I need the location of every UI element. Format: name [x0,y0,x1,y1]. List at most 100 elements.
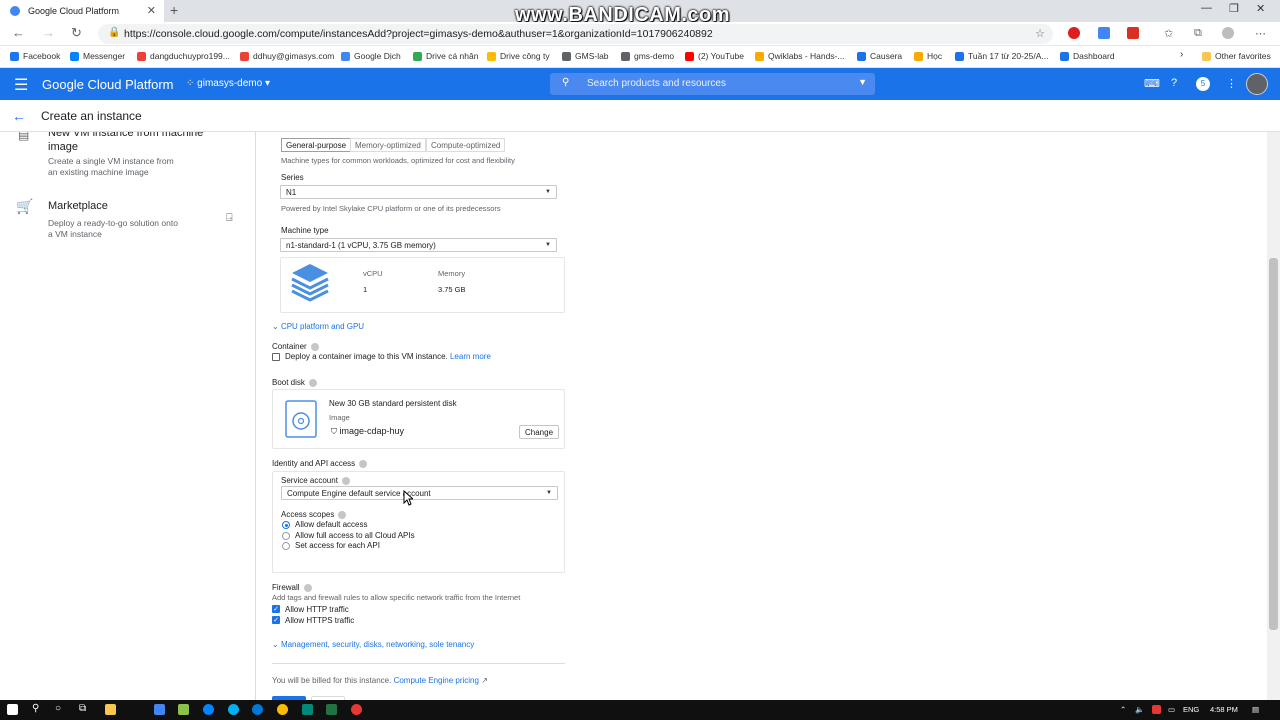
allow-http-checkbox[interactable]: ✓ [272,605,280,613]
bookmark-item[interactable]: Causera [857,51,902,61]
back-icon[interactable]: ← [12,25,25,40]
management-expander[interactable]: ⌄ Management, security, disks, networkin… [272,640,474,649]
clock[interactable]: 4:58 PM [1210,705,1238,714]
search-input[interactable]: ⚲ Search products and resources ▼ [550,73,875,95]
help-icon[interactable] [359,459,368,468]
messenger-icon[interactable] [203,704,214,715]
excel-icon[interactable] [326,704,337,715]
bookmark-item[interactable]: Facebook [10,51,60,61]
new-tab-icon[interactable]: + [170,2,178,18]
machine-type-select[interactable]: n1-standard-1 (1 vCPU, 3.75 GB memory) ▼ [280,238,557,252]
back-arrow-icon[interactable]: ← [12,108,26,124]
browser-menu-icon[interactable]: ⋯ [1255,27,1266,40]
bookmark-icon [10,51,19,61]
bookmarks-overflow-icon[interactable]: › [1180,49,1183,60]
address-bar-row: ← → ↻ 🔒 https://console.cloud.google.com… [0,22,1280,46]
cloud-shell-icon[interactable]: ⌨ [1144,77,1160,90]
bookmark-item[interactable]: GMS-lab [562,51,609,61]
family-compute-optimized[interactable]: Compute-optimized [426,138,506,152]
bookmark-item[interactable]: Qwiklabs - Hands-... [755,51,845,61]
cortana-icon[interactable]: ○ [55,703,61,714]
edge-icon[interactable] [252,704,263,715]
bookmark-item[interactable]: ddhuy@gimasys.com [240,51,334,61]
restore-icon[interactable]: ❐ [1229,2,1239,15]
minimize-icon[interactable]: — [1201,2,1212,14]
search-icon[interactable]: ⚲ [32,703,39,714]
option-title[interactable]: New VM instance from machine image [48,132,208,154]
collections-icon[interactable]: ⧉ [1194,27,1202,40]
bookmark-item[interactable]: Tuần 17 từ 20-25/A... [955,51,1049,61]
profile-icon[interactable] [1222,27,1234,39]
tab-close-icon[interactable]: ✕ [147,4,156,17]
translate-extension-icon[interactable] [1098,27,1110,39]
scope-default-radio[interactable] [282,521,290,529]
browser-tab[interactable]: Google Cloud Platform ✕ [0,0,164,22]
windows-start-icon[interactable] [7,704,18,715]
pricing-link[interactable]: Compute Engine pricing [394,676,479,685]
bookmark-star-icon[interactable]: ☆ [1035,27,1045,40]
skype-icon[interactable] [228,704,239,715]
notification-center-icon[interactable]: ▤ [1252,705,1259,714]
task-view-icon[interactable]: ⧉ [79,703,86,714]
more-options-icon[interactable]: ⋮ [1226,77,1237,90]
learn-more-link[interactable]: Learn more [450,352,491,361]
bookmark-item[interactable]: Drive công ty [487,51,550,61]
creation-options-panel: ▤ New VM instance from machine image Cre… [0,132,256,700]
opera-extension-icon[interactable] [1068,27,1080,39]
family-general-purpose[interactable]: General-purpose [281,138,352,152]
allow-https-checkbox[interactable]: ✓ [272,616,280,624]
bookmark-item[interactable]: Google Dịch [341,51,401,61]
family-memory-optimized[interactable]: Memory-optimized [350,138,426,152]
option-title[interactable]: Marketplace [48,200,108,212]
extension-icon[interactable] [1127,27,1139,39]
open-external-icon[interactable]: ⍈ [226,212,233,225]
help-icon[interactable] [308,378,317,387]
product-title[interactable]: Google Cloud Platform [42,77,174,92]
forward-icon[interactable]: → [42,25,55,40]
favorites-icon[interactable]: ✩ [1164,27,1173,40]
bookmark-item[interactable]: (2) YouTube [685,51,744,61]
chevron-down-icon[interactable]: ▼ [858,77,867,87]
taskbar-app-icon[interactable] [302,704,313,715]
notifications-badge[interactable]: 5 [1196,77,1210,91]
language-indicator[interactable]: ENG [1183,705,1199,714]
tray-app-icon[interactable] [1152,705,1161,714]
bookmark-item[interactable]: Học [914,51,942,61]
change-boot-disk-button[interactable]: Change [519,425,560,439]
bandicam-icon[interactable] [351,704,362,715]
bookmark-item[interactable]: gms-demo [621,51,674,61]
bookmark-item[interactable]: Messenger [70,51,125,61]
bookmark-item[interactable]: dangduchuypro199... [137,51,230,61]
bookmark-item[interactable]: Dashboard [1060,51,1115,61]
chrome-icon[interactable] [277,704,288,715]
reload-icon[interactable]: ↻ [71,25,82,41]
hamburger-menu-icon[interactable]: ☰ [14,75,28,95]
scrollbar-thumb[interactable] [1269,258,1278,630]
bookmark-item[interactable]: Drive cá nhân [413,51,478,61]
help-icon[interactable]: ? [1171,77,1177,89]
avatar[interactable] [1246,73,1268,95]
scope-each-api-radio[interactable] [282,542,290,550]
help-icon[interactable] [310,342,319,351]
container-checkbox[interactable] [272,353,280,361]
option-desc: Deploy a ready-to-go solution onto a VM … [48,218,178,239]
service-account-select[interactable]: Compute Engine default service account ▼ [281,486,558,500]
network-icon[interactable]: ▭ [1168,705,1175,714]
help-icon[interactable] [338,510,347,519]
volume-icon[interactable]: 🔈 [1135,705,1144,714]
cpu-platform-expander[interactable]: ⌄ CPU platform and GPU [272,322,364,331]
help-icon[interactable] [341,476,350,485]
taskbar-app-icon[interactable] [154,704,165,715]
url-field[interactable]: 🔒 https://console.cloud.google.com/compu… [98,24,1053,44]
other-favorites[interactable]: Other favorites [1202,51,1271,61]
taskbar-app-icon[interactable] [178,704,189,715]
tray-up-arrow-icon[interactable]: ⌃ [1120,705,1126,714]
series-select[interactable]: N1 ▼ [280,185,557,199]
page-scrollbar[interactable] [1267,132,1280,700]
scope-full-radio[interactable] [282,532,290,540]
file-explorer-icon[interactable] [105,704,116,715]
help-icon[interactable] [303,583,312,592]
window-close-icon[interactable]: ✕ [1256,2,1265,15]
bookmark-icon [621,51,630,61]
project-selector[interactable]: ⁘ gimasys-demo ▾ [186,78,270,89]
